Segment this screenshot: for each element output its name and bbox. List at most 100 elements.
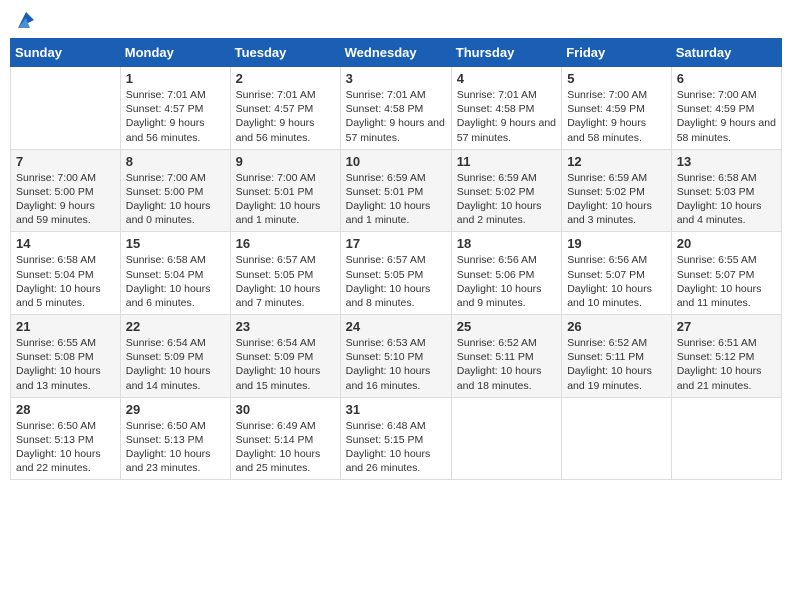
cell-date-number: 15 — [126, 236, 225, 251]
calendar-cell: 28 Sunrise: 6:50 AMSunset: 5:13 PMDayligh… — [11, 397, 121, 480]
logo — [14, 10, 36, 30]
page-header — [10, 10, 782, 30]
calendar-cell: 12 Sunrise: 6:59 AMSunset: 5:02 PMDayligh… — [562, 149, 672, 232]
cell-date-number: 7 — [16, 154, 115, 169]
calendar-cell: 2Sunrise: 7:01 AMSunset: 4:57 PMDaylight… — [230, 67, 340, 150]
calendar-cell: 14Sunrise: 6:58 AMSunset: 5:04 PMDayligh… — [11, 232, 121, 315]
cell-info: Sunrise: 6:56 AMSunset: 5:07 PMDaylight:… — [567, 253, 666, 310]
logo-icon — [16, 10, 36, 30]
cell-info: Sunrise: 7:00 AMSunset: 5:00 PMDaylight:… — [126, 171, 225, 228]
cell-info: Sunrise: 6:49 AMSunset: 5:14 PMDaylight:… — [236, 419, 335, 476]
cell-info: Sunrise: 6:59 AMSunset: 5:01 PMDaylight:… — [346, 171, 446, 228]
calendar-week-row: 14Sunrise: 6:58 AMSunset: 5:04 PMDayligh… — [11, 232, 782, 315]
cell-info: Sunrise: 7:00 AMSunset: 5:00 PMDaylight:… — [16, 171, 115, 228]
col-monday: Monday — [120, 39, 230, 67]
calendar-cell: 13 Sunrise: 6:58 AMSunset: 5:03 PMDayligh… — [671, 149, 781, 232]
calendar-cell: 19 Sunrise: 6:56 AMSunset: 5:07 PMDayligh… — [562, 232, 672, 315]
cell-date-number: 29 — [126, 402, 225, 417]
calendar-cell: 15Sunrise: 6:58 AMSunset: 5:04 PMDayligh… — [120, 232, 230, 315]
calendar-cell: 29 Sunrise: 6:50 AMSunset: 5:13 PMDayligh… — [120, 397, 230, 480]
cell-date-number: 31 — [346, 402, 446, 417]
calendar-cell: 11 Sunrise: 6:59 AMSunset: 5:02 PMDayligh… — [451, 149, 561, 232]
calendar-week-row: 21 Sunrise: 6:55 AMSunset: 5:08 PMDayligh… — [11, 315, 782, 398]
cell-info: Sunrise: 7:00 AMSunset: 5:01 PMDaylight:… — [236, 171, 335, 228]
cell-date-number: 17 — [346, 236, 446, 251]
cell-info: Sunrise: 6:57 AMSunset: 5:05 PMDaylight:… — [346, 253, 446, 310]
calendar-cell: 4 Sunrise: 7:01 AMSunset: 4:58 PMDaylight… — [451, 67, 561, 150]
cell-info: Sunrise: 6:59 AMSunset: 5:02 PMDaylight:… — [567, 171, 666, 228]
cell-date-number: 13 — [677, 154, 776, 169]
cell-date-number: 10 — [346, 154, 446, 169]
cell-date-number: 25 — [457, 319, 556, 334]
cell-info: Sunrise: 6:56 AMSunset: 5:06 PMDaylight:… — [457, 253, 556, 310]
cell-info: Sunrise: 6:50 AMSunset: 5:13 PMDaylight:… — [16, 419, 115, 476]
cell-info: Sunrise: 6:58 AMSunset: 5:03 PMDaylight:… — [677, 171, 776, 228]
cell-date-number: 18 — [457, 236, 556, 251]
cell-info: Sunrise: 6:54 AMSunset: 5:09 PMDaylight:… — [236, 336, 335, 393]
calendar-cell: 1 Sunrise: 7:01 AMSunset: 4:57 PMDaylight… — [120, 67, 230, 150]
cell-info: Sunrise: 7:01 AMSunset: 4:58 PMDaylight:… — [457, 88, 556, 145]
cell-info: Sunrise: 6:58 AMSunset: 5:04 PMDaylight:… — [16, 253, 115, 310]
cell-info: Sunrise: 6:51 AMSunset: 5:12 PMDaylight:… — [677, 336, 776, 393]
col-wednesday: Wednesday — [340, 39, 451, 67]
cell-info: Sunrise: 6:55 AMSunset: 5:07 PMDaylight:… — [677, 253, 776, 310]
calendar-cell: 20 Sunrise: 6:55 AMSunset: 5:07 PMDayligh… — [671, 232, 781, 315]
cell-info: Sunrise: 6:53 AMSunset: 5:10 PMDaylight:… — [346, 336, 446, 393]
calendar-cell: 6 Sunrise: 7:00 AMSunset: 4:59 PMDaylight… — [671, 67, 781, 150]
calendar-cell: 10 Sunrise: 6:59 AMSunset: 5:01 PMDayligh… — [340, 149, 451, 232]
calendar-cell: 8Sunrise: 7:00 AMSunset: 5:00 PMDaylight… — [120, 149, 230, 232]
cell-info: Sunrise: 6:52 AMSunset: 5:11 PMDaylight:… — [457, 336, 556, 393]
cell-date-number: 16 — [236, 236, 335, 251]
cell-info: Sunrise: 6:57 AMSunset: 5:05 PMDaylight:… — [236, 253, 335, 310]
calendar-cell: 25 Sunrise: 6:52 AMSunset: 5:11 PMDayligh… — [451, 315, 561, 398]
cell-date-number: 11 — [457, 154, 556, 169]
calendar-week-row: 1 Sunrise: 7:01 AMSunset: 4:57 PMDaylight… — [11, 67, 782, 150]
calendar-header-row: Sunday Monday Tuesday Wednesday Thursday… — [11, 39, 782, 67]
col-saturday: Saturday — [671, 39, 781, 67]
cell-info: Sunrise: 6:52 AMSunset: 5:11 PMDaylight:… — [567, 336, 666, 393]
calendar-cell: 18 Sunrise: 6:56 AMSunset: 5:06 PMDayligh… — [451, 232, 561, 315]
cell-info: Sunrise: 7:01 AMSunset: 4:57 PMDaylight:… — [126, 88, 225, 145]
cell-date-number: 12 — [567, 154, 666, 169]
cell-date-number: 22 — [126, 319, 225, 334]
calendar-cell: 26 Sunrise: 6:52 AMSunset: 5:11 PMDayligh… — [562, 315, 672, 398]
cell-info: Sunrise: 6:59 AMSunset: 5:02 PMDaylight:… — [457, 171, 556, 228]
cell-date-number: 21 — [16, 319, 115, 334]
calendar-cell: 30 Sunrise: 6:49 AMSunset: 5:14 PMDayligh… — [230, 397, 340, 480]
cell-date-number: 27 — [677, 319, 776, 334]
cell-date-number: 28 — [16, 402, 115, 417]
cell-info: Sunrise: 6:50 AMSunset: 5:13 PMDaylight:… — [126, 419, 225, 476]
cell-date-number: 3 — [346, 71, 446, 86]
col-sunday: Sunday — [11, 39, 121, 67]
cell-date-number: 1 — [126, 71, 225, 86]
cell-info: Sunrise: 7:01 AMSunset: 4:58 PMDaylight:… — [346, 88, 446, 145]
cell-date-number: 6 — [677, 71, 776, 86]
cell-date-number: 26 — [567, 319, 666, 334]
calendar-cell: 17 Sunrise: 6:57 AMSunset: 5:05 PMDayligh… — [340, 232, 451, 315]
col-thursday: Thursday — [451, 39, 561, 67]
cell-info: Sunrise: 7:01 AMSunset: 4:57 PMDaylight:… — [236, 88, 335, 145]
cell-date-number: 5 — [567, 71, 666, 86]
calendar-cell: 7 Sunrise: 7:00 AMSunset: 5:00 PMDaylight… — [11, 149, 121, 232]
cell-date-number: 30 — [236, 402, 335, 417]
calendar-cell: 21 Sunrise: 6:55 AMSunset: 5:08 PMDayligh… — [11, 315, 121, 398]
cell-info: Sunrise: 7:00 AMSunset: 4:59 PMDaylight:… — [677, 88, 776, 145]
calendar-cell: 22 Sunrise: 6:54 AMSunset: 5:09 PMDayligh… — [120, 315, 230, 398]
cell-info: Sunrise: 6:55 AMSunset: 5:08 PMDaylight:… — [16, 336, 115, 393]
calendar-cell: 31Sunrise: 6:48 AMSunset: 5:15 PMDayligh… — [340, 397, 451, 480]
calendar-cell — [671, 397, 781, 480]
calendar-cell: 23 Sunrise: 6:54 AMSunset: 5:09 PMDayligh… — [230, 315, 340, 398]
cell-date-number: 23 — [236, 319, 335, 334]
cell-date-number: 20 — [677, 236, 776, 251]
cell-date-number: 19 — [567, 236, 666, 251]
cell-info: Sunrise: 7:00 AMSunset: 4:59 PMDaylight:… — [567, 88, 666, 145]
calendar-week-row: 7 Sunrise: 7:00 AMSunset: 5:00 PMDaylight… — [11, 149, 782, 232]
calendar-cell: 24Sunrise: 6:53 AMSunset: 5:10 PMDayligh… — [340, 315, 451, 398]
cell-info: Sunrise: 6:54 AMSunset: 5:09 PMDaylight:… — [126, 336, 225, 393]
cell-date-number: 9 — [236, 154, 335, 169]
calendar-cell — [451, 397, 561, 480]
calendar-cell: 3 Sunrise: 7:01 AMSunset: 4:58 PMDaylight… — [340, 67, 451, 150]
calendar-week-row: 28 Sunrise: 6:50 AMSunset: 5:13 PMDayligh… — [11, 397, 782, 480]
calendar-cell: 27 Sunrise: 6:51 AMSunset: 5:12 PMDayligh… — [671, 315, 781, 398]
cell-date-number: 4 — [457, 71, 556, 86]
